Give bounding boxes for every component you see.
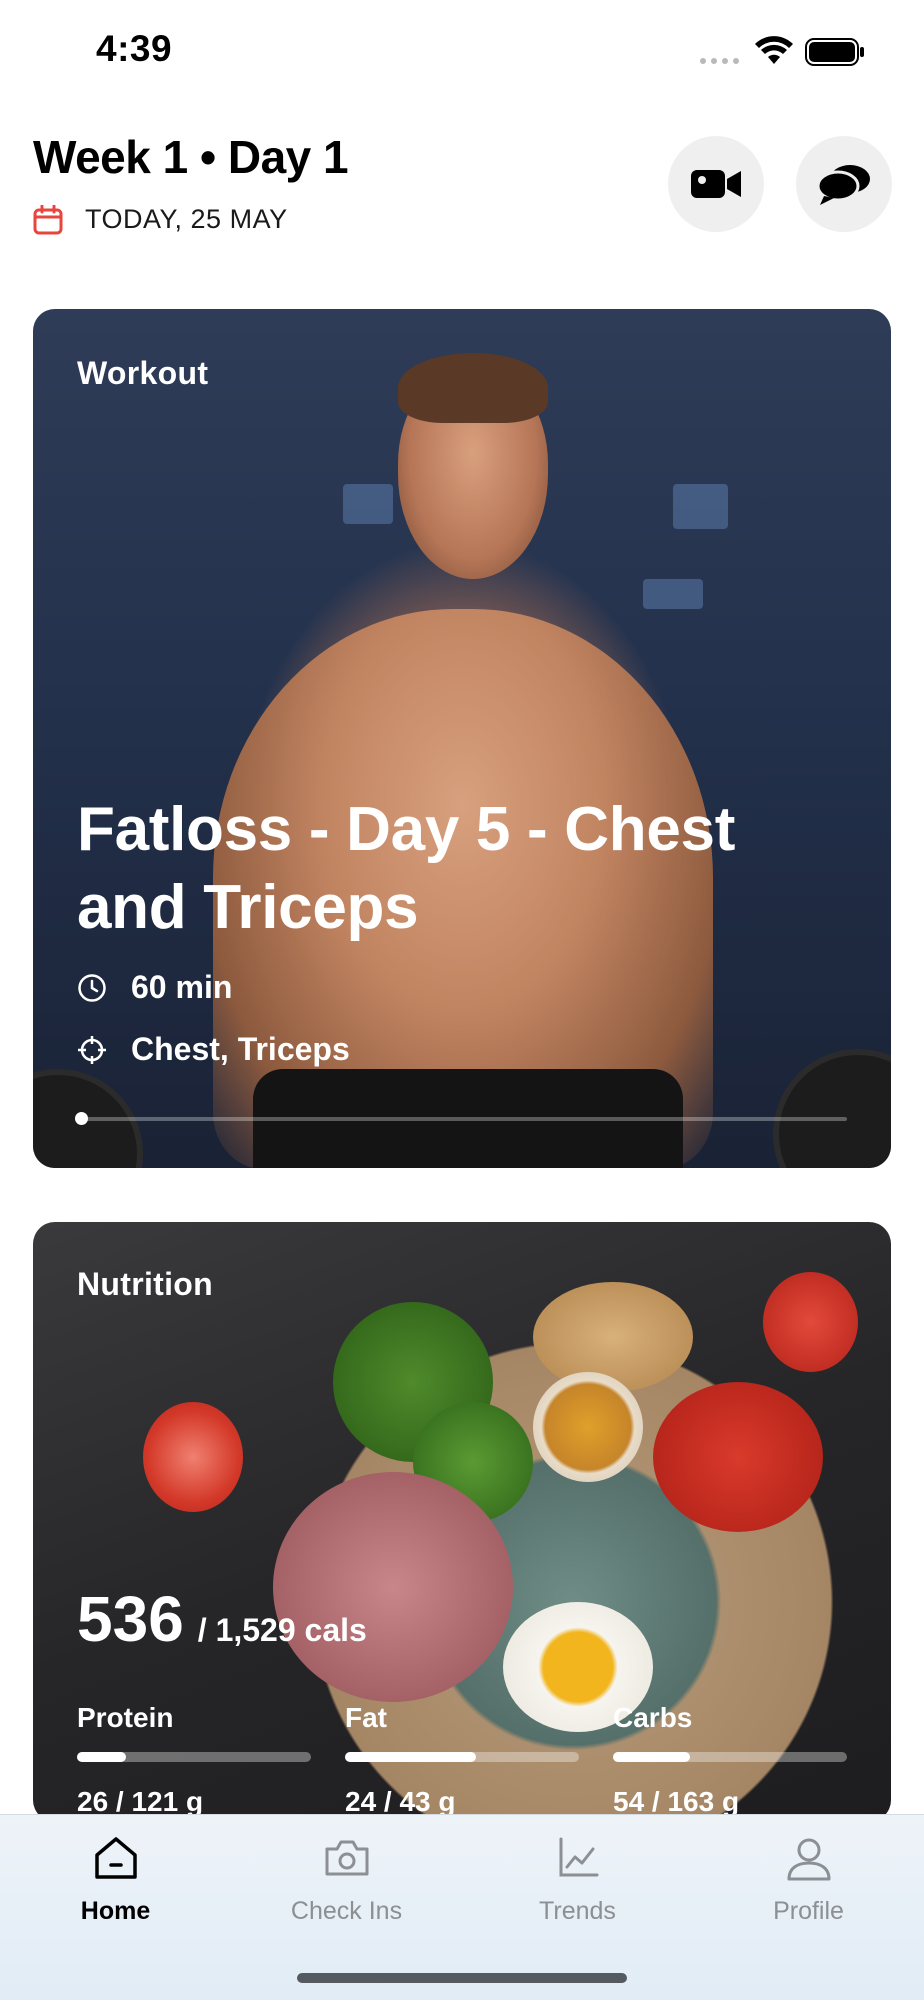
macro-progress-fill <box>345 1752 477 1762</box>
targets-label: Chest, Triceps <box>131 1031 350 1067</box>
status-bar: 4:39 <box>0 0 924 100</box>
tab-label: Check Ins <box>290 1897 403 1925</box>
calories-summary: 536 / 1,529 cals <box>77 1582 367 1656</box>
camera-icon <box>325 1840 368 1876</box>
video-call-button[interactable] <box>668 136 764 232</box>
video-camera-icon <box>691 170 741 198</box>
workout-progress-indicator <box>75 1112 88 1125</box>
gym-background <box>343 484 393 524</box>
macro-progress-bar <box>77 1752 311 1762</box>
nutrition-card[interactable]: Nutrition 536 / 1,529 cals Protein 26 / … <box>33 1222 891 1822</box>
trainer-hair <box>398 353 548 423</box>
gym-background-light <box>673 484 728 529</box>
wifi-icon <box>755 36 793 64</box>
tab-trends[interactable]: Trends <box>462 1815 693 1945</box>
workout-title: Fatloss - Day 5 - Chest and Triceps <box>77 795 736 942</box>
macro-progress-fill <box>613 1752 691 1762</box>
macro-progress-bar <box>613 1752 847 1762</box>
dumbbell-right <box>773 1049 891 1168</box>
tab-home[interactable]: Home <box>0 1815 231 1945</box>
clock-icon <box>78 973 106 1002</box>
macro-protein: Protein 26 / 121 g <box>77 1702 311 1818</box>
tab-profile[interactable]: Profile <box>693 1815 924 1945</box>
calories-current: 536 <box>77 1583 184 1655</box>
macro-name: Protein <box>77 1702 174 1733</box>
page-title: Week 1 • Day 1 <box>33 131 349 183</box>
nutrition-section-label: Nutrition <box>77 1266 213 1302</box>
workout-progress-bar <box>75 1112 847 1125</box>
date-row: TODAY, 25 MAY <box>33 204 288 235</box>
strawberries-image <box>653 1382 823 1532</box>
workout-section-label: Workout <box>77 355 209 391</box>
calories-target: / 1,529 cals <box>197 1612 367 1648</box>
chat-bubbles-icon <box>816 165 870 205</box>
target-icon <box>78 1035 106 1064</box>
strawberry-image <box>763 1272 858 1372</box>
duration-label: 60 min <box>131 969 233 1005</box>
tab-check-ins[interactable]: Check Ins <box>231 1815 462 1945</box>
tab-label: Profile <box>773 1897 844 1925</box>
macro-progress-bar <box>345 1752 579 1762</box>
workout-duration: 60 min <box>77 969 232 1006</box>
strawberry-image <box>143 1402 243 1512</box>
chart-icon <box>559 1837 598 1877</box>
person-icon <box>787 1838 830 1881</box>
battery-icon <box>805 38 864 66</box>
workout-targets: Chest, Triceps <box>77 1031 350 1068</box>
macro-name: Fat <box>345 1702 387 1733</box>
home-icon <box>94 1837 137 1879</box>
macro-progress-fill <box>77 1752 127 1762</box>
home-indicator <box>297 1973 627 1983</box>
macro-fat: Fat 24 / 43 g <box>345 1702 579 1818</box>
calendar-icon <box>33 204 63 234</box>
sauce-bowl-image <box>533 1372 643 1482</box>
macro-name: Carbs <box>613 1702 693 1733</box>
status-time: 4:39 <box>96 28 173 69</box>
date-label: TODAY, 25 MAY <box>85 204 288 234</box>
macro-carbs: Carbs 54 / 163 g <box>613 1702 847 1818</box>
signal-icon <box>700 58 739 64</box>
peanuts-image <box>533 1282 693 1392</box>
tab-label: Trends <box>539 1897 616 1925</box>
gym-background-light <box>643 579 703 609</box>
tab-label: Home <box>80 1897 151 1925</box>
workout-card[interactable]: Workout Fatloss - Day 5 - Chest and Tric… <box>33 309 891 1168</box>
chat-button[interactable] <box>796 136 892 232</box>
